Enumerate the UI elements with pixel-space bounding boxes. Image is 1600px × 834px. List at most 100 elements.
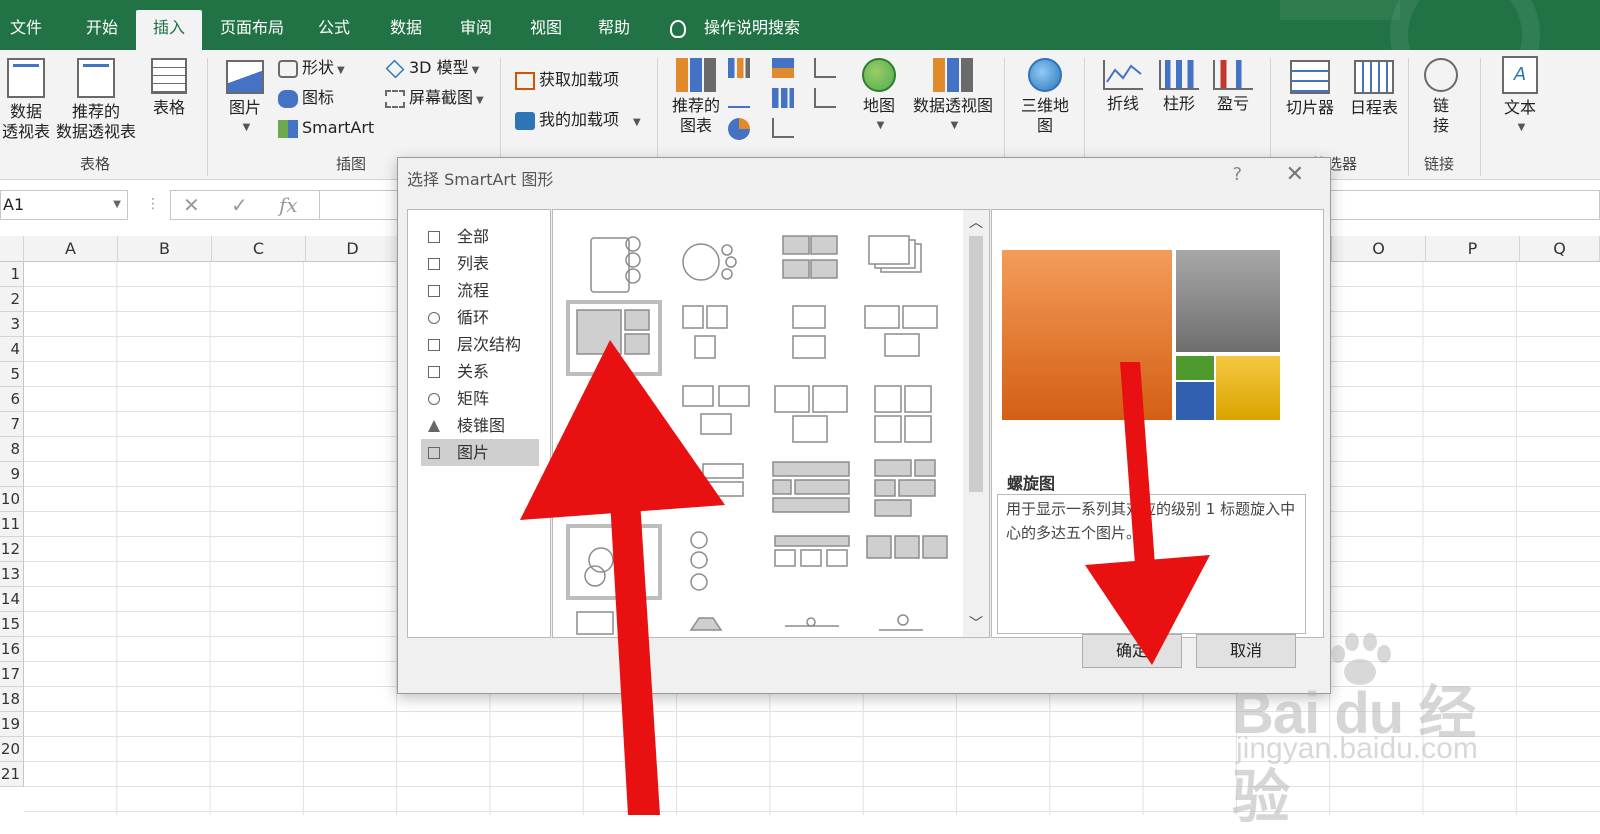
row-header[interactable]: 19 <box>0 712 24 737</box>
tab-formulas[interactable]: 公式 <box>308 10 360 50</box>
icons-button[interactable]: 图标 <box>278 86 334 110</box>
sparkline-line-button[interactable]: 折线 <box>1100 60 1146 114</box>
waterfall-chart-icon[interactable] <box>814 58 836 78</box>
row-header[interactable]: 2 <box>0 287 24 312</box>
close-icon[interactable]: ✕ <box>1286 162 1304 187</box>
row-header[interactable]: 21 <box>0 762 24 787</box>
column-header[interactable]: B <box>118 236 212 262</box>
shapes-icon <box>278 59 298 78</box>
get-addins-button[interactable]: 获取加载项 <box>515 68 619 92</box>
column-header[interactable]: Q <box>1520 236 1600 262</box>
row-header[interactable]: 10 <box>0 487 24 512</box>
slicer-button[interactable]: 切片器 <box>1280 60 1340 118</box>
tab-page-layout[interactable]: 页面布局 <box>208 10 296 50</box>
row-header[interactable]: 1 <box>0 262 24 287</box>
pictures-button[interactable]: 图片 ▼ <box>222 60 268 138</box>
tab-home[interactable]: 开始 <box>72 10 132 50</box>
link-label-1: 链 <box>1432 96 1449 115</box>
scrollbar-thumb[interactable] <box>969 236 983 492</box>
category-pyramid[interactable]: 棱锥图 <box>421 412 539 439</box>
category-list-item[interactable]: 列表 <box>421 250 539 277</box>
formula-bar-grip[interactable]: ⋮ <box>146 196 160 212</box>
combo-chart-icon[interactable] <box>814 88 836 108</box>
select-all-corner[interactable] <box>0 236 24 262</box>
column-header[interactable]: D <box>306 236 400 262</box>
category-hierarchy[interactable]: 层次结构 <box>421 331 539 358</box>
row-header[interactable]: 15 <box>0 612 24 637</box>
category-relationship[interactable]: 关系 <box>421 358 539 385</box>
tell-me-search[interactable]: 操作说明搜索 <box>670 10 800 50</box>
row-header[interactable]: 9 <box>0 462 24 487</box>
row-header[interactable]: 5 <box>0 362 24 387</box>
tab-data[interactable]: 数据 <box>380 10 432 50</box>
scatter-chart-icon[interactable] <box>772 118 794 138</box>
row-header[interactable]: 6 <box>0 387 24 412</box>
screenshot-button[interactable]: 屏幕截图 ▼ <box>385 86 484 110</box>
row-header[interactable]: 16 <box>0 637 24 662</box>
row-header[interactable]: 11 <box>0 512 24 537</box>
line-chart-icon[interactable] <box>728 88 750 108</box>
my-addins-button[interactable]: 我的加载项 ▼ <box>515 108 641 132</box>
text-button[interactable]: A 文本 ▼ <box>1494 56 1546 138</box>
pie-chart-icon[interactable] <box>728 118 750 140</box>
column-header[interactable]: A <box>24 236 118 262</box>
3d-model-button[interactable]: 3D 模型 ▼ <box>385 56 479 80</box>
tab-insert[interactable]: 插入 <box>136 10 202 50</box>
chevron-down-icon: ▼ <box>876 120 885 131</box>
layout-thumbnails[interactable] <box>553 210 963 637</box>
recommended-charts-icon <box>676 58 716 92</box>
row-header[interactable]: 8 <box>0 437 24 462</box>
insert-function-icon[interactable]: fx <box>279 193 298 217</box>
pivot-table-button[interactable]: 数据 透视表 <box>0 58 52 142</box>
category-all[interactable]: 全部 <box>421 223 539 250</box>
row-header[interactable]: 7 <box>0 412 24 437</box>
category-label: 棱锥图 <box>457 416 506 435</box>
scroll-up-icon[interactable]: ︿ <box>963 212 989 234</box>
layout-thumb-18 <box>866 535 948 559</box>
smartart-button[interactable]: SmartArt <box>278 116 374 140</box>
row-header[interactable]: 14 <box>0 587 24 612</box>
gallery-scrollbar[interactable]: ︿ ﹀ <box>963 210 989 637</box>
matrix-icon <box>428 393 440 405</box>
row-header[interactable]: 13 <box>0 562 24 587</box>
category-cycle[interactable]: 循环 <box>421 304 539 331</box>
tab-file[interactable]: 文件 <box>0 10 52 50</box>
pivot-chart-button[interactable]: 数据透视图 ▼ <box>910 58 996 136</box>
tab-review[interactable]: 审阅 <box>450 10 502 50</box>
maps-button[interactable]: 地图 ▼ <box>856 58 902 136</box>
table-label: 表格 <box>152 98 185 117</box>
category-matrix[interactable]: 矩阵 <box>421 385 539 412</box>
hierarchy-chart-icon[interactable] <box>772 58 794 78</box>
category-process[interactable]: 流程 <box>421 277 539 304</box>
enter-formula-icon[interactable]: ✓ <box>231 193 248 217</box>
timeline-button[interactable]: 日程表 <box>1344 60 1404 118</box>
tab-help[interactable]: 帮助 <box>588 10 640 50</box>
row-header[interactable]: 12 <box>0 537 24 562</box>
row-header[interactable]: 17 <box>0 662 24 687</box>
category-label: 矩阵 <box>457 389 490 408</box>
row-header[interactable]: 4 <box>0 337 24 362</box>
ok-button[interactable]: 确定 <box>1082 634 1182 668</box>
recommended-charts-button[interactable]: 推荐的 图表 <box>668 58 724 136</box>
cancel-formula-icon[interactable]: ✕ <box>183 193 200 217</box>
scroll-down-icon[interactable]: ﹀ <box>963 613 989 635</box>
sparkline-column-button[interactable]: 柱形 <box>1156 60 1202 114</box>
category-picture[interactable]: 图片 <box>421 439 539 466</box>
recommended-pivot-button[interactable]: 推荐的 数据透视表 <box>54 58 138 142</box>
column-chart-icon[interactable] <box>728 58 750 78</box>
tab-view[interactable]: 视图 <box>520 10 572 50</box>
row-header[interactable]: 20 <box>0 737 24 762</box>
column-header[interactable]: O <box>1332 236 1426 262</box>
link-button[interactable]: 链 接 <box>1418 58 1464 136</box>
help-icon[interactable]: ? <box>1232 164 1242 185</box>
row-header[interactable]: 3 <box>0 312 24 337</box>
statistic-chart-icon[interactable] <box>772 88 794 108</box>
table-button[interactable]: 表格 <box>146 58 192 118</box>
sparkline-winloss-button[interactable]: 盈亏 <box>1210 60 1256 114</box>
name-box[interactable]: A1 ▼ <box>0 190 128 220</box>
shapes-button[interactable]: 形状 ▼ <box>278 56 345 80</box>
row-header[interactable]: 18 <box>0 687 24 712</box>
column-header[interactable]: C <box>212 236 306 262</box>
3d-map-button[interactable]: 三维地 图 <box>1014 58 1076 136</box>
column-header[interactable]: P <box>1426 236 1520 262</box>
